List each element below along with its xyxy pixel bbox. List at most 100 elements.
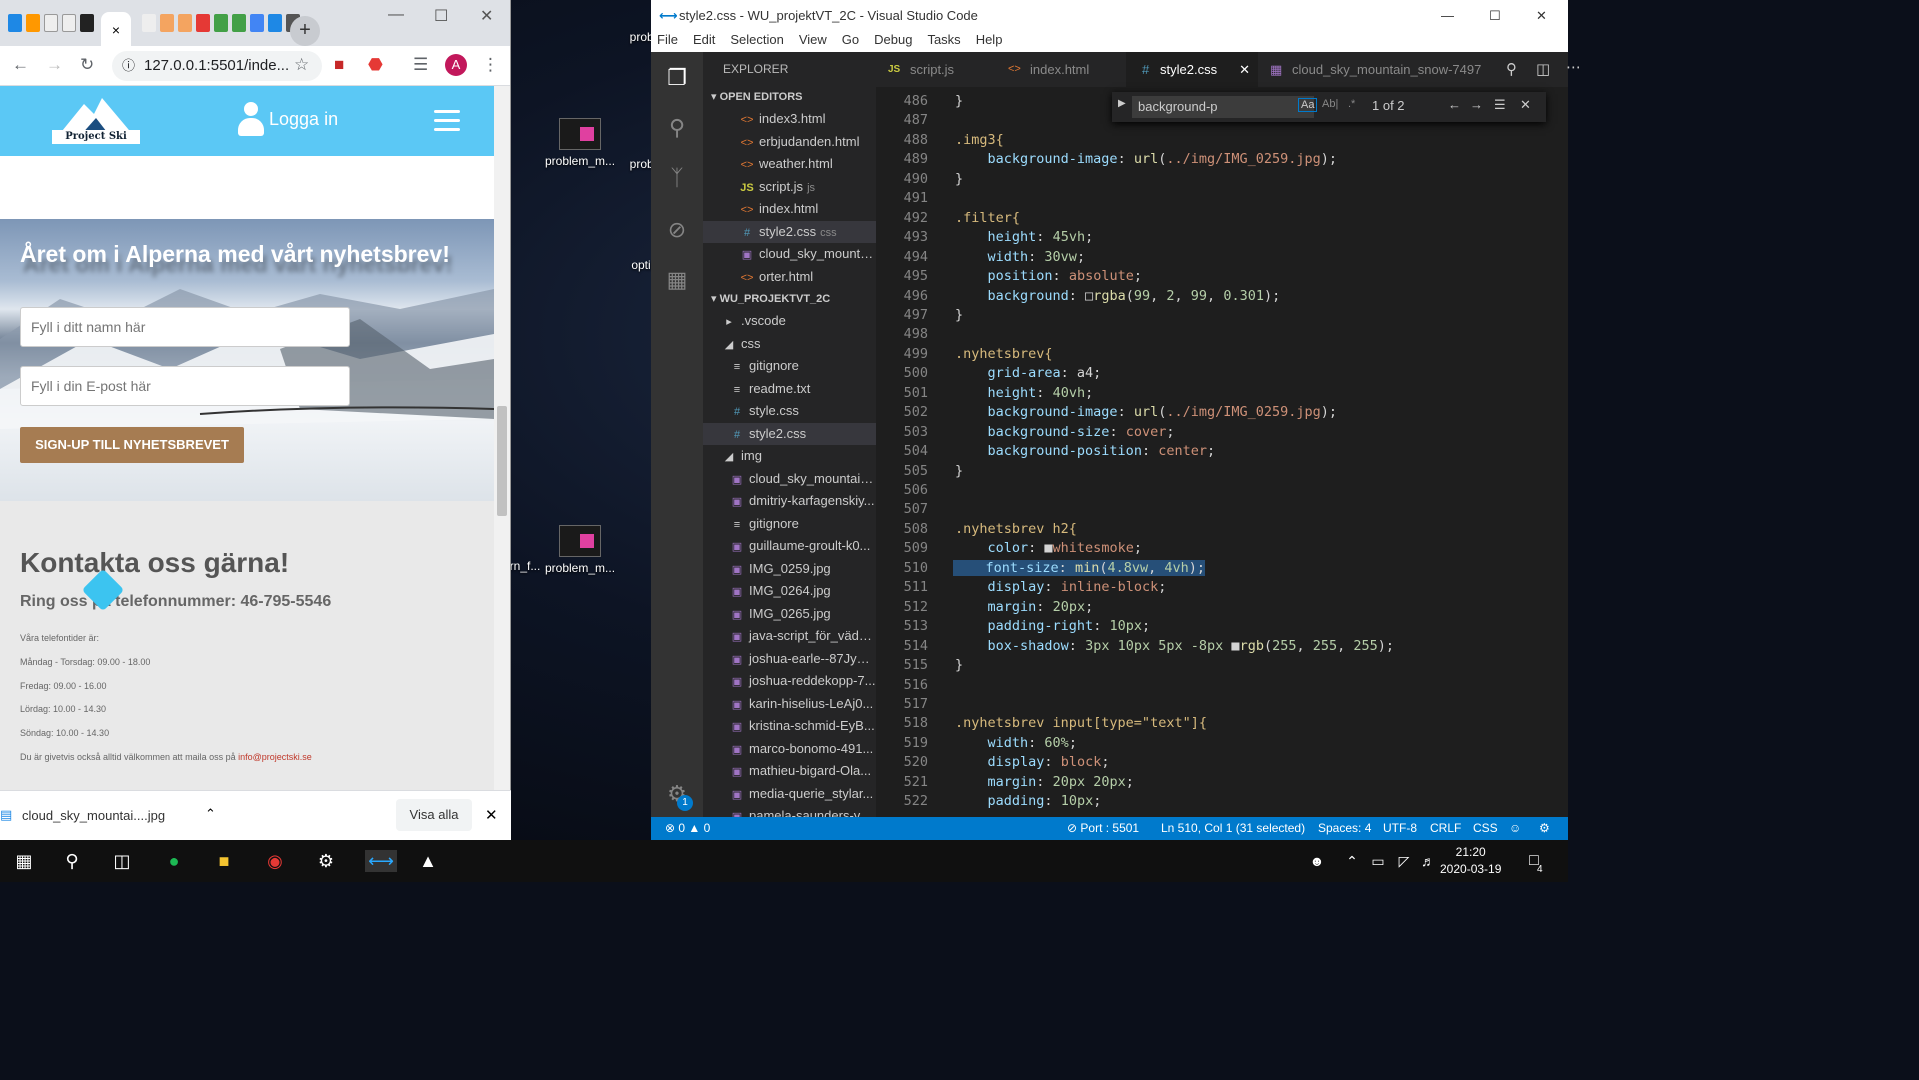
media-control-icon[interactable]: ☰ (413, 55, 428, 75)
tab-favicon[interactable] (268, 14, 282, 32)
people-icon[interactable]: ☻ (1305, 850, 1329, 872)
vscode-taskbar-icon[interactable]: ⟷ (365, 850, 397, 872)
menu-file[interactable]: File (657, 32, 678, 52)
tree-item[interactable]: ▣ marco-bonomo-491... (703, 738, 876, 761)
indentation[interactable]: Spaces: 4 (1318, 817, 1371, 840)
live-server-port[interactable]: ⊘ Port : 5501 (1067, 817, 1139, 840)
whole-word-toggle[interactable]: Ab| (1322, 98, 1338, 110)
tree-item[interactable]: ▣ joshua-reddekopp-7... (703, 670, 876, 693)
tree-item[interactable]: # style.css (703, 400, 876, 423)
address-bar[interactable]: ⓘ 127.0.0.1:5501/inde... (112, 51, 322, 81)
tree-item[interactable]: ▣ IMG_0259.jpg (703, 558, 876, 581)
tab-favicon[interactable] (160, 14, 174, 32)
download-filename[interactable]: cloud_sky_mountai....jpg (22, 808, 165, 823)
adblock-extension-icon[interactable]: ⬣ (368, 55, 383, 75)
desktop-icon[interactable]: problem_m... (545, 118, 615, 168)
tree-item[interactable]: ▣ java-script_för_väde... (703, 625, 876, 648)
tree-item[interactable]: ▣ cloud_sky_mountain... (703, 468, 876, 491)
close-tab-icon[interactable]: × (112, 22, 120, 38)
code-line[interactable]: margin: 20px 20px; (955, 774, 1134, 790)
tab-favicon[interactable] (178, 14, 192, 32)
maximize-icon[interactable]: ☐ (1489, 0, 1501, 32)
minimize-icon[interactable]: — (388, 6, 404, 24)
search-icon[interactable]: ⚲ (665, 116, 689, 140)
code-line[interactable]: padding-right: 10px; (955, 618, 1151, 634)
tree-item[interactable]: ▣ pamela-saunders-yV... (703, 805, 876, 817)
forward-icon[interactable]: → (46, 55, 63, 75)
pdf-extension-icon[interactable]: ■ (334, 55, 344, 75)
show-all-downloads-button[interactable]: Visa alla (396, 799, 472, 831)
tab-image[interactable]: ▦ cloud_sky_mountain_snow-7497 (1258, 52, 1488, 87)
open-editor-item[interactable]: <> weather.html (703, 153, 876, 176)
code-line[interactable]: display: inline-block; (955, 579, 1167, 595)
tree-item[interactable]: ◢ css (703, 333, 876, 356)
page-scrollbar[interactable] (494, 86, 510, 790)
code-line[interactable]: height: 40vh; (955, 385, 1094, 401)
close-download-bar-icon[interactable]: ✕ (485, 806, 498, 824)
code-line[interactable]: } (955, 171, 963, 187)
tree-item[interactable]: ▣ guillaume-groult-k0... (703, 535, 876, 558)
open-editor-item[interactable]: JS script.js js (703, 176, 876, 199)
battery-icon[interactable]: ▭ (1366, 850, 1390, 872)
code-line[interactable]: background-position: center; (955, 443, 1216, 459)
code-line[interactable]: width: 30vw; (955, 249, 1086, 265)
notifications-bell-icon[interactable]: ⚙ (1539, 817, 1550, 840)
language-mode[interactable]: CSS (1473, 817, 1498, 840)
code-line[interactable]: width: 60%; (955, 735, 1077, 751)
open-preview-icon[interactable]: ⚲ (1506, 60, 1517, 78)
open-editor-item[interactable]: ▣ cloud_sky_mounta... (703, 243, 876, 266)
spotify-icon[interactable]: ● (162, 850, 186, 872)
info-icon[interactable]: ⓘ (122, 51, 135, 81)
tab-favicon[interactable] (62, 14, 76, 32)
chrome-menu-icon[interactable]: ⋮ (482, 55, 499, 75)
tree-item[interactable]: ▣ joshua-earle--87JyM... (703, 648, 876, 671)
code-line[interactable]: .filter{ (955, 210, 1020, 226)
menu-debug[interactable]: Debug (874, 32, 912, 52)
tab-style2-css[interactable]: # style2.css ✕ (1126, 52, 1258, 87)
code-line[interactable]: } (955, 93, 963, 109)
name-input[interactable]: Fyll i ditt namn här (20, 307, 350, 347)
open-editor-item[interactable]: <> erbjudanden.html (703, 131, 876, 154)
login-link[interactable]: Logga in (236, 102, 338, 138)
tab-favicon[interactable] (26, 14, 40, 32)
debug-icon[interactable]: ⊘ (665, 218, 689, 242)
tab-favicon[interactable] (142, 14, 156, 32)
desktop-icon[interactable]: problem_m... (545, 525, 615, 575)
problems-indicator[interactable]: ⊗ 0 ▲ 0 (665, 817, 710, 840)
close-find-icon[interactable]: ✕ (1520, 97, 1531, 113)
open-editor-item[interactable]: <> orter.html (703, 266, 876, 289)
code-line[interactable]: margin: 20px; (955, 599, 1094, 615)
code-line[interactable]: .nyhetsbrev{ (955, 346, 1053, 362)
email-input[interactable]: Fyll i din E-post här (20, 366, 350, 406)
close-tab-icon[interactable]: ✕ (1239, 52, 1250, 87)
open-editor-item[interactable]: <> index3.html (703, 108, 876, 131)
tab-active[interactable]: × (101, 12, 131, 46)
tree-item[interactable]: ▣ dmitriy-karfagenskiy... (703, 490, 876, 513)
next-match-icon[interactable]: → (1470, 97, 1483, 112)
match-case-toggle[interactable]: Aa (1298, 98, 1318, 112)
regex-toggle[interactable]: .* (1348, 98, 1355, 110)
menu-selection[interactable]: Selection (730, 32, 783, 52)
extensions-icon[interactable]: ▦ (665, 268, 689, 292)
cursor-position[interactable]: Ln 510, Col 1 (31 selected) (1161, 817, 1305, 840)
code-line[interactable]: } (955, 307, 963, 323)
code-line[interactable]: box-shadow: 3px 10px 5px -8px ■rgb(255, … (955, 638, 1395, 654)
back-icon[interactable]: ← (12, 55, 29, 75)
menu-help[interactable]: Help (976, 32, 1003, 52)
previous-match-icon[interactable]: ← (1448, 97, 1461, 112)
volume-icon[interactable]: ♬ (1416, 850, 1440, 872)
tab-favicon[interactable] (232, 14, 246, 32)
menu-go[interactable]: Go (842, 32, 859, 52)
open-editors-header[interactable]: ▾ OPEN EDITORS (703, 86, 876, 108)
tree-item[interactable]: ▸ .vscode (703, 310, 876, 333)
code-line[interactable]: background: □rgba(99, 2, 99, 0.301); (955, 288, 1281, 304)
chevron-up-icon[interactable]: ⌃ (205, 806, 216, 822)
open-editor-item[interactable]: <> index.html (703, 198, 876, 221)
tab-favicon[interactable] (196, 14, 210, 32)
split-editor-icon[interactable]: ◫ (1536, 60, 1550, 78)
code-line[interactable]: .nyhetsbrev h2{ (955, 521, 1077, 537)
close-window-icon[interactable]: ✕ (1536, 0, 1547, 32)
reload-icon[interactable]: ↻ (80, 55, 94, 75)
line-ending[interactable]: CRLF (1430, 817, 1461, 840)
chevron-up-icon[interactable]: ⌃ (1340, 850, 1364, 872)
